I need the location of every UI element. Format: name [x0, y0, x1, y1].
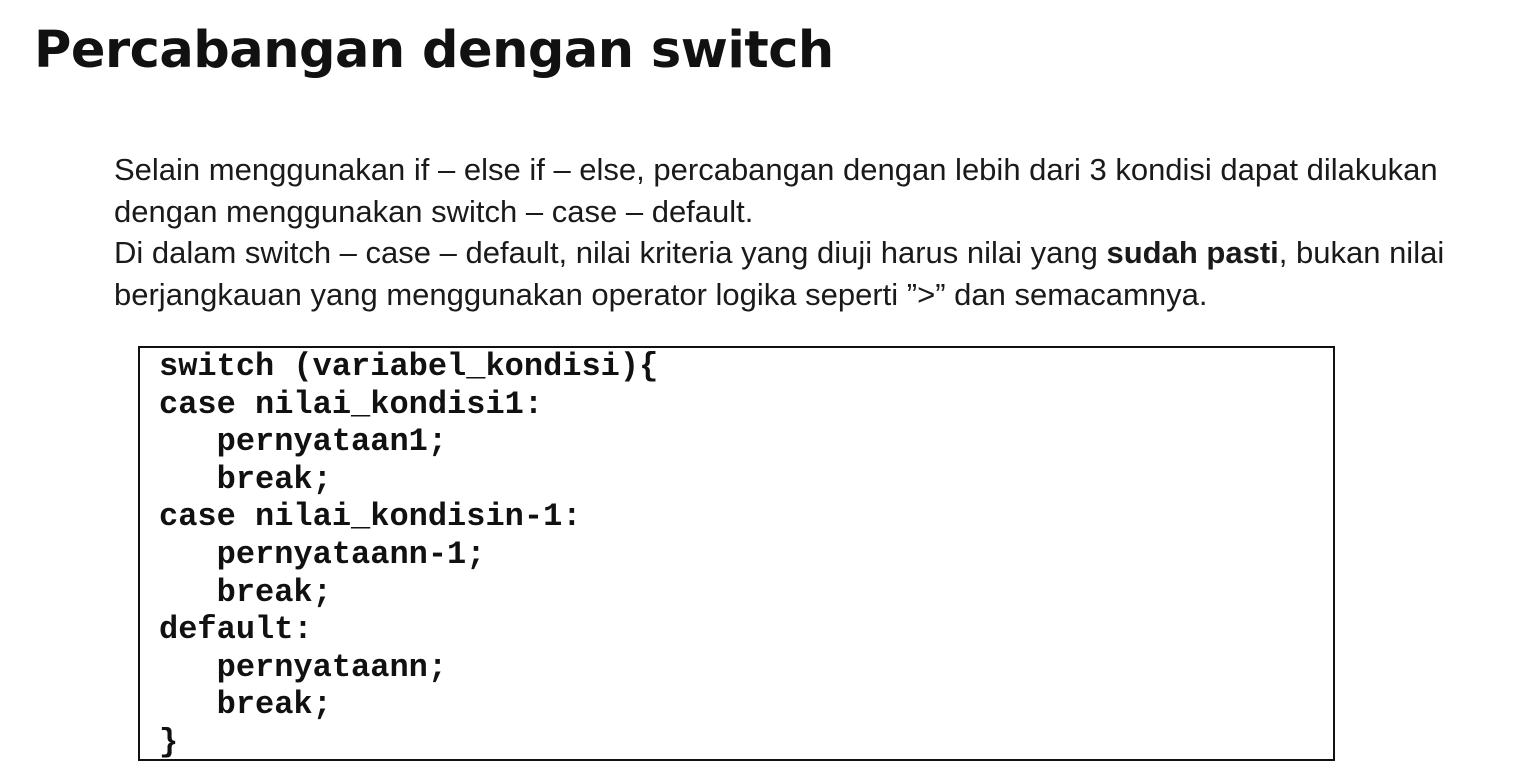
paragraph-2: Di dalam switch – case – default, nilai … — [114, 232, 1524, 315]
code-line: pernyataann; — [159, 648, 448, 686]
slide-title: Percabangan dengan switch — [34, 21, 834, 80]
code-block: switch (variabel_kondisi){case nilai_kon… — [159, 348, 658, 762]
code-line: case nilai_kondisin-1: — [159, 498, 582, 536]
emphasis-text: sudah pasti — [1106, 235, 1279, 270]
slide: Percabangan dengan switch Selain menggun… — [0, 0, 1534, 770]
code-line: default: — [159, 611, 313, 649]
code-line: switch (variabel_kondisi){ — [159, 348, 659, 385]
body-text: Selain menggunakan if – else if – else, … — [114, 149, 1524, 315]
code-line: break; — [159, 460, 332, 498]
paragraph-2-start: Di dalam switch – case – default, nilai … — [114, 235, 1107, 270]
code-line: break; — [159, 573, 332, 611]
code-box: switch (variabel_kondisi){case nilai_kon… — [138, 346, 1335, 761]
paragraph-1: Selain menggunakan if – else if – else, … — [114, 152, 1438, 229]
code-line: pernyataan1; — [159, 423, 448, 461]
code-line: case nilai_kondisi1: — [159, 385, 544, 423]
code-line: } — [159, 723, 179, 761]
code-line: pernyataann-1; — [159, 535, 486, 573]
code-line: break; — [159, 686, 332, 724]
